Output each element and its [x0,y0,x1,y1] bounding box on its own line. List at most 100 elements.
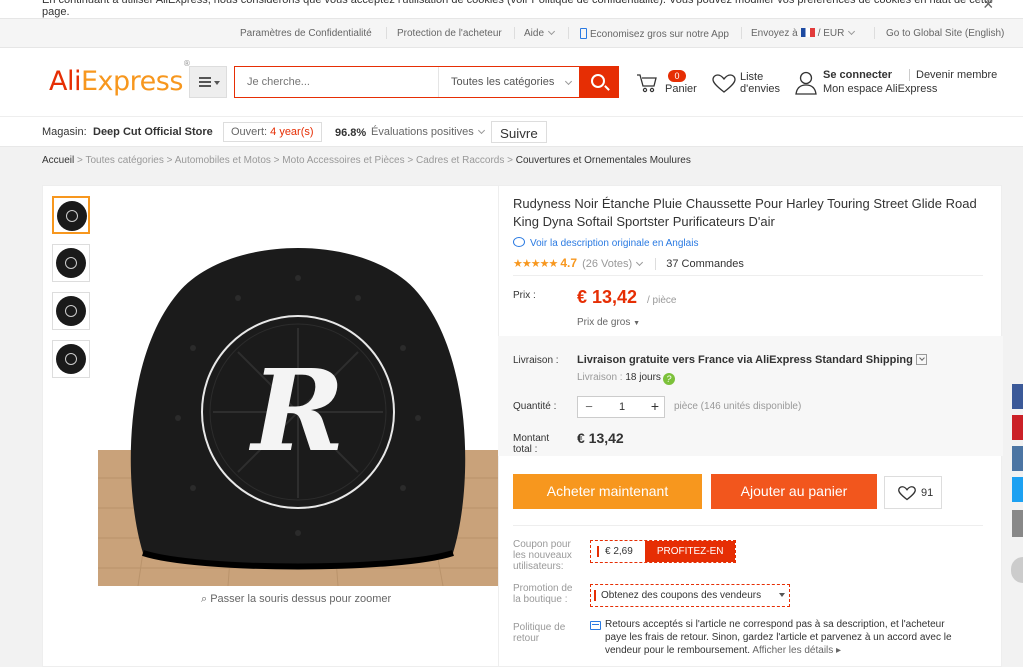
account-area: Se connecter Devenir membre Mon espace A… [795,68,1010,102]
chevron-down-icon [636,258,644,267]
ship-to-menu[interactable]: Envoyez à / EUR [751,27,856,39]
france-flag-icon [800,28,815,37]
aliexpress-logo[interactable]: AliExpress® [49,59,191,97]
get-coupon-button[interactable]: PROFITEZ-EN [644,541,736,562]
new-user-coupon: € 2,69 PROFITEZ-EN [590,540,737,563]
cart-icon [637,74,657,93]
wishlist-link[interactable]: Liste d'envies [712,70,782,102]
breadcrumb-item[interactable]: Toutes catégories [85,155,163,166]
positive-feedback-pct: 96.8% [335,127,367,139]
breadcrumb-separator: > [270,155,283,166]
breadcrumb-item[interactable]: Moto Accessoires et Pièces [282,155,404,166]
join-link[interactable]: Devenir membre [909,69,997,81]
shipping-free-text: Livraison gratuite vers [577,354,695,366]
store-name-link[interactable]: Deep Cut Official Store [93,126,213,138]
cart-count-badge: 0 [668,70,686,82]
store-bar: Magasin: Deep Cut Official Store Ouvert:… [0,116,1023,147]
search-button[interactable] [579,66,619,98]
app-label: Economisez gros sur notre App [590,29,729,40]
follow-store-button[interactable]: Suivre [491,121,547,143]
categories-menu-button[interactable] [189,66,227,98]
shipping-route-text: France via AliExpress Standard Shipping [695,354,913,366]
breadcrumb-separator: > [163,155,175,166]
coupon-amount: € 2,69 [591,541,645,562]
wishlist-count: 91 [921,487,934,499]
privacy-settings-link[interactable]: Paramètres de Confidentialité [240,28,372,39]
buyer-protection-link[interactable]: Protection de l'acheteur [397,28,502,39]
chevron-down-icon [547,27,556,36]
heart-icon [898,486,916,501]
brand-logo-letter: R [248,346,344,477]
zoom-hint: ⌕ Passer la souris dessus pour zoomer [201,593,391,606]
currency-label: / EUR [817,28,845,39]
store-coupons-dropdown[interactable]: Obtenez des coupons des vendeurs [590,584,790,607]
return-policy-text: Retours acceptés si l'article ne corresp… [605,618,965,657]
breadcrumb-item[interactable]: Automobiles et Motos [175,155,271,166]
caret-down-icon [779,593,785,597]
divider [386,27,387,39]
thumbnail-2[interactable] [52,244,90,282]
my-account-link[interactable]: Mon espace AliExpress [823,83,937,95]
buy-now-button[interactable]: Acheter maintenant [513,474,702,509]
add-to-cart-button[interactable]: Ajouter au panier [711,474,877,509]
search-input[interactable] [235,67,438,97]
original-description-label: Voir la description originale en Anglais [530,238,699,249]
signin-link[interactable]: Se connecter [823,69,892,81]
bulk-price-link[interactable]: Prix de gros ▼ [577,317,640,328]
total-label-2: total : [513,444,538,455]
app-link[interactable]: Economisez gros sur notre App [580,28,729,40]
positive-feedback-menu[interactable]: Évaluations positives [371,126,485,138]
positive-feedback-label: Évaluations positives [371,126,474,138]
breadcrumb-home[interactable]: Accueil [42,155,74,166]
cart-button[interactable]: 0 Panier [636,70,698,102]
add-to-wishlist-button[interactable]: 91 [884,476,942,509]
help-menu[interactable]: Aide [524,27,556,39]
category-select[interactable]: Toutes les catégories [438,67,581,97]
facebook-share-icon[interactable] [1012,384,1023,409]
original-description-link[interactable]: Voir la description originale en Anglais [513,237,698,249]
rating-row: ★★★★★ 4.7 (26 Votes) 37 Commandes [513,256,744,270]
divider [874,27,875,39]
chevron-down-icon [477,126,485,135]
caret-down-icon [214,81,220,85]
logo-part-express: Express [80,66,183,97]
help-icon[interactable]: ? [662,373,675,385]
close-icon[interactable]: × [983,0,994,15]
phone-icon [580,28,587,39]
menu-icon [199,77,211,87]
global-site-link[interactable]: Go to Global Site (English) [886,28,1004,39]
votes-link[interactable]: (26 Votes) [582,258,632,270]
caret-down-icon: ▼ [633,320,641,327]
back-to-top-icon[interactable] [1012,510,1023,537]
product-photo: R [98,188,498,586]
vk-share-icon[interactable] [1012,446,1023,471]
category-select-value: Toutes les catégories [451,76,555,88]
return-details-link[interactable]: Afficher les détails ▸ [752,645,841,656]
return-policy-icon [590,621,601,630]
quantity-decrease-button[interactable]: − [578,397,600,417]
cover-icon [57,201,87,231]
thumbnail-1[interactable] [52,196,90,234]
floating-help-icon[interactable] [1011,557,1023,583]
star-rating: ★★★★★ [513,258,558,270]
thumbnail-4[interactable] [52,340,90,378]
total-label-1: Montant [513,433,550,444]
search-icon [591,74,605,88]
breadcrumb-separator: > [74,155,86,166]
quantity-input[interactable] [600,397,644,417]
delivery-time: Livraison : 18 jours? [577,372,675,385]
pinterest-share-icon[interactable] [1012,415,1023,440]
shipping-method-select[interactable]: Livraison gratuite vers France via AliEx… [577,354,927,366]
product-image[interactable]: R [98,188,498,586]
breadcrumb-item[interactable]: Cadres et Raccords [416,155,504,166]
new-user-coupon-label: Coupon pour les nouveaux utilisateurs: [513,539,572,572]
divider [568,27,569,39]
thumbnail-3[interactable] [52,292,90,330]
product-main: R ⌕ Passer la souris dessus pour zoomer … [42,185,1003,667]
breadcrumb-current[interactable]: Couvertures et Ornementales Moulures [516,155,691,166]
total-value: € 13,42 [577,430,624,446]
twitter-share-icon[interactable] [1012,477,1023,502]
quantity-increase-button[interactable]: + [644,397,666,417]
divider [513,525,983,526]
quantity-stepper: − + [577,396,665,418]
